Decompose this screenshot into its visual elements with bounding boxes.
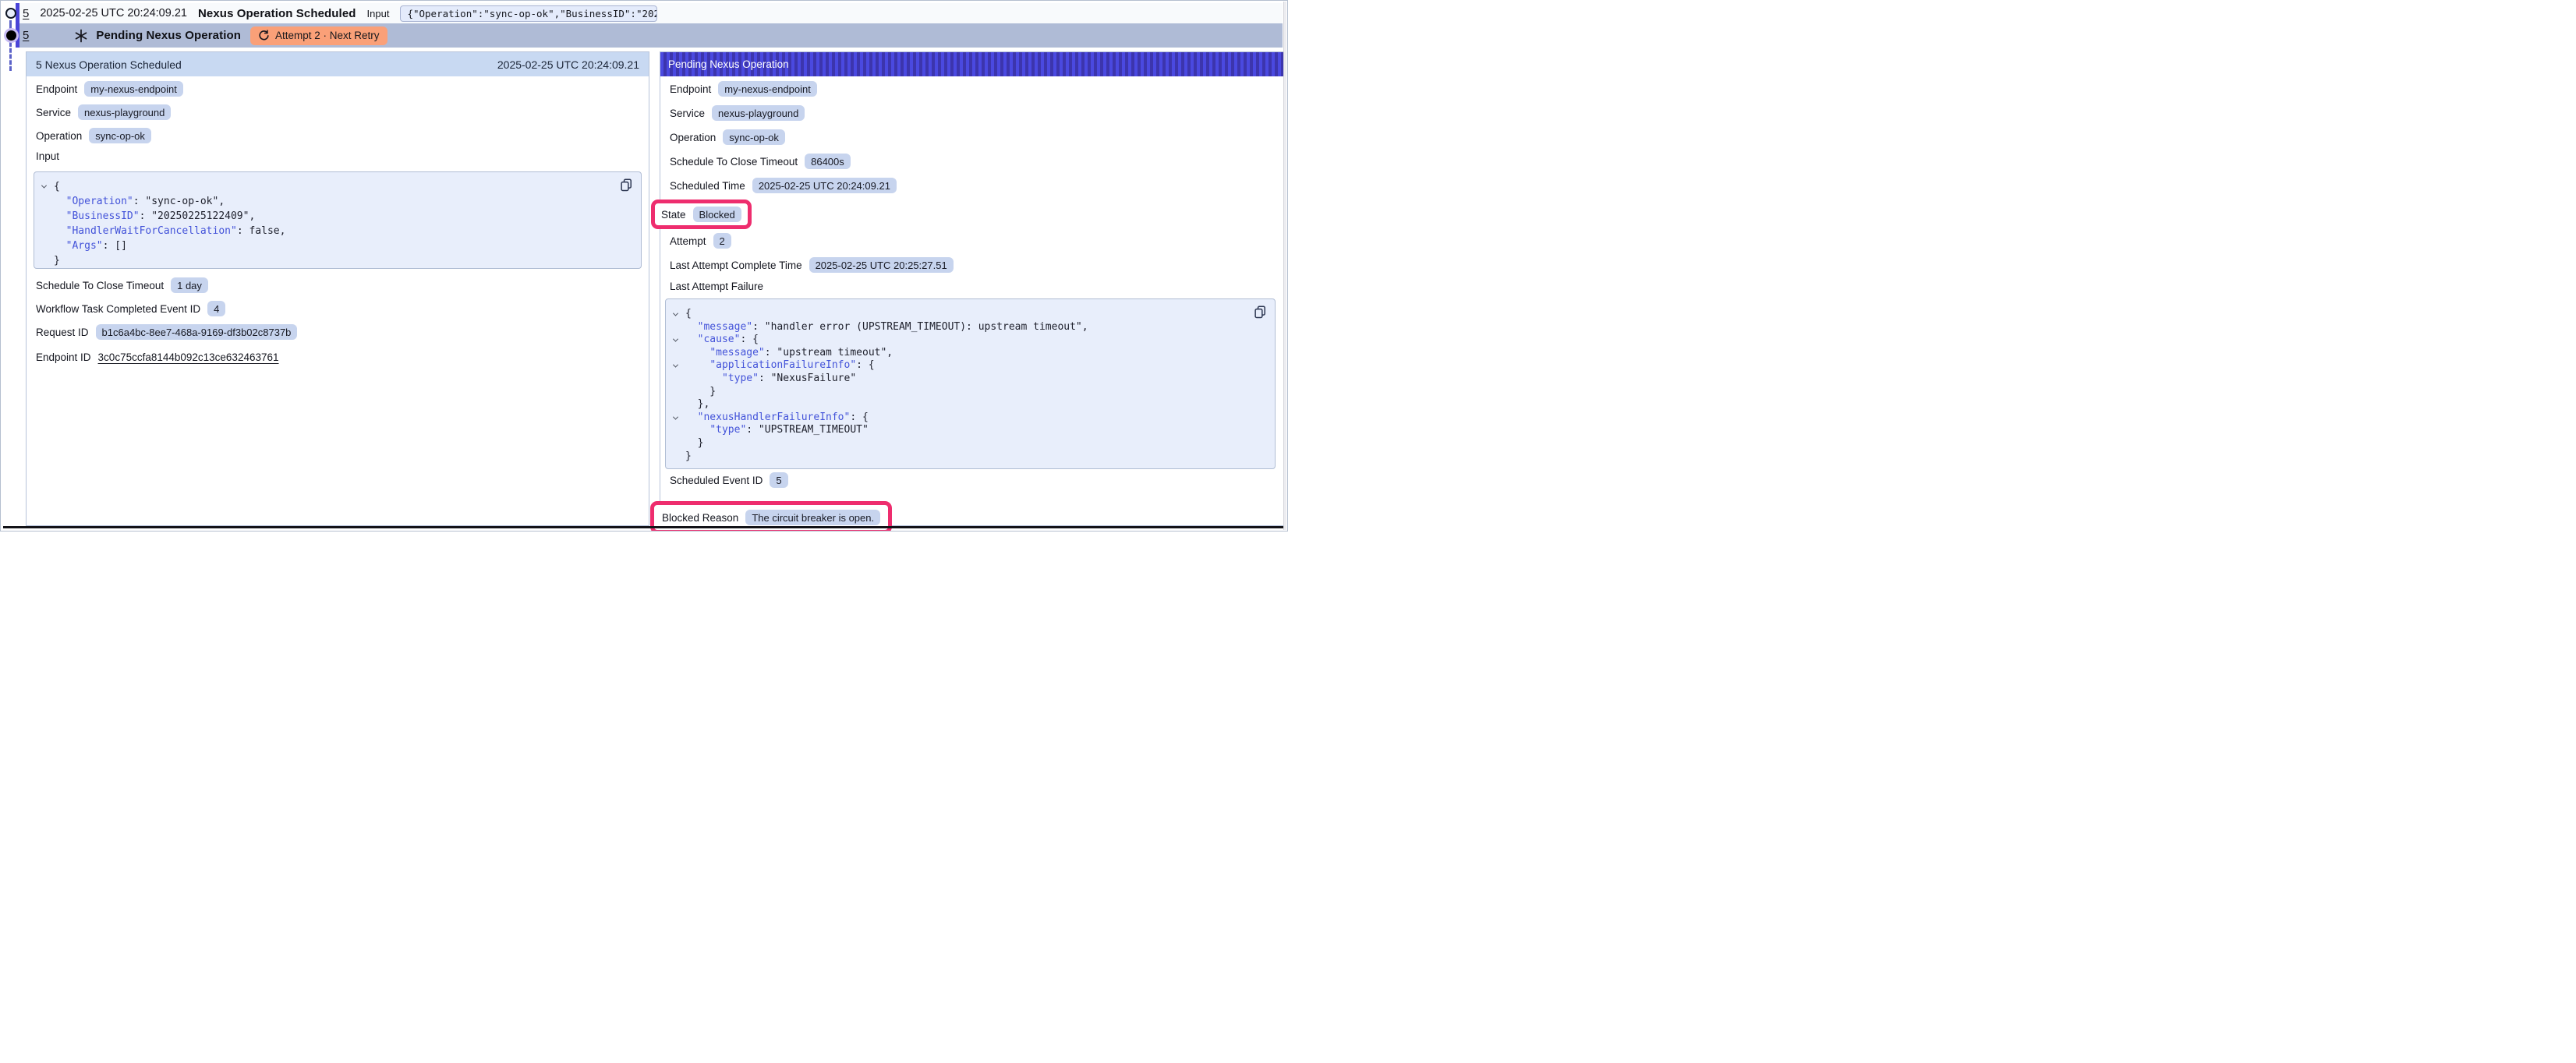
code-gutter — [42, 253, 54, 268]
event-row-pending[interactable]: 5 Pending Nexus Operation Attempt 2 · Ne… — [19, 23, 1283, 48]
viewport-bottom-divider — [3, 526, 1284, 528]
event-id-link[interactable]: 5 — [23, 7, 29, 20]
field-state: State Blocked — [661, 206, 741, 223]
field-value-badge: 2 — [713, 233, 731, 249]
scheduled-panel-header: 5 Nexus Operation Scheduled 2025-02-25 U… — [27, 52, 649, 76]
field-operation: Operation sync-op-ok — [670, 129, 1274, 146]
field-scheduled-time: Scheduled Time 2025-02-25 UTC 20:24:09.2… — [670, 177, 1274, 194]
timeline-dashed-connector — [9, 20, 12, 30]
event-title: Pending Nexus Operation — [96, 29, 241, 42]
field-blocked-reason: Blocked Reason The circuit breaker is op… — [662, 509, 880, 526]
field-value-badge: sync-op-ok — [723, 129, 785, 145]
copy-icon[interactable] — [620, 178, 633, 192]
field-value-badge: 2025-02-25 UTC 20:24:09.21 — [752, 178, 897, 193]
timeline-open-circle-icon — [5, 8, 16, 19]
timeline-filled-dot-icon — [6, 30, 16, 41]
field-value-badge: 4 — [207, 301, 225, 316]
pending-operation-detail-panel: Pending Nexus Operation Endpoint my-nexu… — [660, 51, 1284, 526]
field-endpoint: Endpoint my-nexus-endpoint — [36, 80, 639, 97]
field-value-badge: 5 — [770, 472, 787, 488]
event-row-scheduled[interactable]: 5 2025-02-25 UTC 20:24:09.21 Nexus Opera… — [19, 3, 1283, 23]
collapse-toggle-icon[interactable] — [674, 334, 685, 347]
state-badge: Blocked — [693, 207, 741, 222]
input-section-label: Input — [36, 150, 639, 164]
field-value-badge: my-nexus-endpoint — [84, 81, 183, 97]
field-endpoint-id: Endpoint ID 3c0c75ccfa8144b092c13ce63246… — [36, 348, 639, 366]
collapse-toggle-icon[interactable] — [674, 411, 685, 425]
code-gutter — [42, 209, 54, 224]
code-gutter — [42, 238, 54, 253]
code-gutter — [674, 347, 685, 360]
field-value-badge: nexus-playground — [78, 104, 171, 120]
code-gutter — [42, 224, 54, 238]
code-gutter — [674, 398, 685, 411]
input-json-viewer: { "Operation": "sync-op-ok", "BusinessID… — [34, 171, 642, 269]
field-value-badge: my-nexus-endpoint — [718, 81, 817, 97]
field-endpoint: Endpoint my-nexus-endpoint — [670, 80, 1274, 97]
scrollbar[interactable] — [1283, 2, 1286, 530]
code-gutter — [674, 424, 685, 437]
code-gutter — [674, 450, 685, 464]
field-value-badge: 2025-02-25 UTC 20:25:27.51 — [809, 257, 954, 273]
event-id-link[interactable]: 5 — [23, 29, 29, 42]
state-annotation-box: State Blocked — [651, 200, 752, 229]
collapse-toggle-icon[interactable] — [674, 308, 685, 321]
failure-json-viewer: { "message": "handler error (UPSTREAM_TI… — [665, 298, 1276, 469]
blocked-reason-badge: The circuit breaker is open. — [745, 510, 880, 525]
collapse-toggle-icon[interactable] — [674, 359, 685, 373]
workflow-history-view: 5 2025-02-25 UTC 20:24:09.21 Nexus Opera… — [0, 0, 1288, 532]
field-value-badge: 1 day — [171, 277, 208, 293]
selected-events-indicator-bar — [16, 3, 19, 48]
retry-icon — [258, 30, 270, 41]
input-preview-chip[interactable]: {"Operation":"sync-op-ok","BusinessID":"… — [400, 5, 657, 22]
code-gutter — [42, 194, 54, 209]
field-scheduled-event-id: Scheduled Event ID 5 — [670, 471, 1274, 489]
field-value-badge: 86400s — [805, 154, 851, 169]
field-request-id: Request ID b1c6a4bc-8ee7-468a-9169-df3b0… — [36, 323, 639, 341]
field-schedule-to-close-timeout: Schedule To Close Timeout 1 day — [36, 277, 639, 294]
scheduled-event-detail-panel: 5 Nexus Operation Scheduled 2025-02-25 U… — [26, 51, 649, 526]
code-gutter — [674, 321, 685, 334]
failure-section-label: Last Attempt Failure — [670, 281, 1274, 295]
field-value-badge: nexus-playground — [712, 105, 805, 121]
panel-title: 5 Nexus Operation Scheduled — [36, 58, 182, 71]
field-attempt: Attempt 2 — [670, 232, 1274, 249]
endpoint-id-link[interactable]: 3c0c75ccfa8144b092c13ce632463761 — [98, 351, 279, 363]
code-gutter — [674, 373, 685, 386]
pending-panel-header: Pending Nexus Operation — [660, 52, 1283, 76]
event-title: Nexus Operation Scheduled — [198, 7, 356, 20]
event-timestamp: 2025-02-25 UTC 20:24:09.21 — [40, 7, 187, 19]
copy-icon[interactable] — [1254, 305, 1267, 319]
field-last-attempt-complete-time: Last Attempt Complete Time 2025-02-25 UT… — [670, 256, 1274, 274]
field-value-badge: sync-op-ok — [89, 128, 151, 143]
nexus-pending-asterisk-icon — [74, 29, 88, 43]
code-gutter — [674, 386, 685, 399]
input-label: Input — [367, 8, 390, 19]
panel-title: Pending Nexus Operation — [668, 58, 789, 70]
code-gutter — [674, 437, 685, 450]
field-service: Service nexus-playground — [36, 104, 639, 121]
collapse-toggle-icon[interactable] — [42, 179, 54, 194]
panel-timestamp: 2025-02-25 UTC 20:24:09.21 — [497, 58, 639, 71]
field-workflow-task-completed-event-id: Workflow Task Completed Event ID 4 — [36, 300, 639, 317]
field-service: Service nexus-playground — [670, 104, 1274, 122]
attempt-retry-badge: Attempt 2 · Next Retry — [250, 26, 387, 45]
field-schedule-to-close-timeout: Schedule To Close Timeout 86400s — [670, 153, 1274, 170]
timeline-dashed-connector — [9, 42, 12, 71]
field-value-badge: b1c6a4bc-8ee7-468a-9169-df3b02c8737b — [96, 324, 298, 340]
field-operation: Operation sync-op-ok — [36, 127, 639, 144]
